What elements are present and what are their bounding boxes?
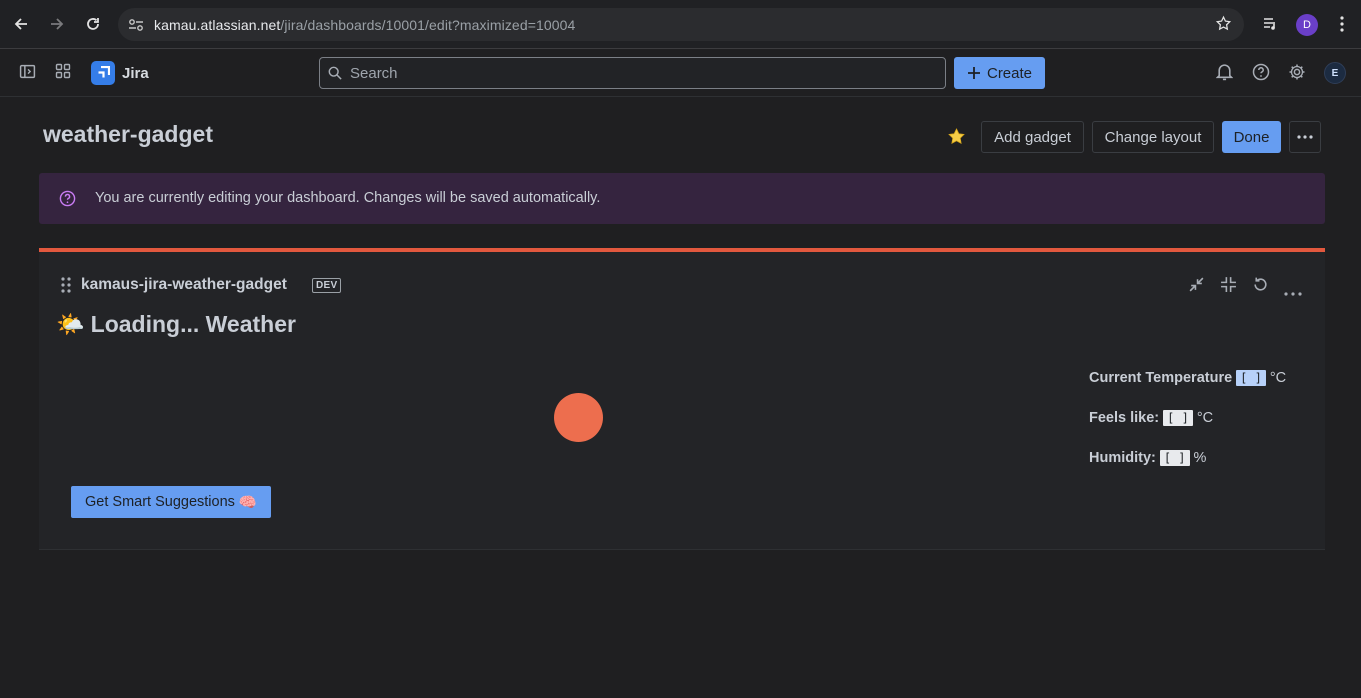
favorite-star-icon[interactable] [947, 127, 966, 151]
plus-icon [967, 67, 980, 79]
editing-banner: You are currently editing your dashboard… [39, 173, 1325, 224]
gadget-more-icon[interactable] [1284, 283, 1302, 301]
address-bar[interactable]: kamau.atlassian.net/jira/dashboards/1000… [118, 8, 1244, 41]
settings-gear-icon[interactable] [1288, 63, 1306, 86]
url-host: kamau.atlassian.net [154, 16, 281, 33]
minimize-arrows-icon[interactable] [1188, 276, 1205, 298]
humidity-unit: % [1193, 450, 1207, 466]
add-gadget-button[interactable]: Add gadget [981, 121, 1084, 153]
question-circle-icon [59, 190, 76, 212]
brain-icon: 🧠 [238, 494, 257, 511]
reload-icon [87, 18, 99, 30]
jira-logo-icon [91, 61, 115, 85]
search-input[interactable] [350, 64, 910, 82]
change-layout-button[interactable]: Change layout [1092, 121, 1214, 153]
jira-top-nav: Jira Create E [0, 49, 1361, 97]
feels-like-label: Feels like: [1089, 410, 1160, 426]
help-icon[interactable] [1252, 63, 1270, 86]
humidity-value: [ ] [1159, 450, 1190, 466]
current-temperature-value: [ ] [1236, 370, 1266, 386]
user-avatar[interactable]: E [1324, 62, 1346, 84]
humidity-label: Humidity: [1089, 450, 1156, 466]
collapse-icon[interactable] [1220, 276, 1237, 298]
notifications-bell-icon[interactable] [1215, 63, 1234, 86]
search-box[interactable] [319, 57, 946, 89]
done-button[interactable]: Done [1222, 121, 1281, 153]
media-controls-icon[interactable] [1252, 6, 1288, 42]
loading-spinner [554, 393, 603, 442]
jira-logo[interactable]: Jira [91, 61, 149, 85]
weather-heading-text: Loading... Weather [90, 311, 296, 337]
profile-initial: D [1296, 14, 1318, 36]
current-temperature-unit: °C [1269, 370, 1287, 386]
more-actions-button[interactable] [1289, 121, 1321, 153]
smart-suggestions-label: Get Smart Suggestions [85, 494, 235, 510]
refresh-icon[interactable] [1252, 276, 1269, 298]
app-switcher-icon[interactable] [55, 63, 71, 84]
arrow-left-icon [14, 18, 27, 30]
create-button-label: Create [986, 64, 1033, 82]
humidity-row: Humidity: [ ] % [1089, 450, 1206, 466]
create-button[interactable]: Create [954, 57, 1045, 89]
drag-handle-icon[interactable] [61, 277, 71, 298]
browser-toolbar: kamau.atlassian.net/jira/dashboards/1000… [0, 0, 1361, 49]
banner-message: You are currently editing your dashboard… [95, 190, 601, 206]
url-text: kamau.atlassian.net/jira/dashboards/1000… [154, 17, 575, 33]
dev-badge: DEV [312, 278, 342, 293]
feels-like-unit: °C [1196, 410, 1214, 426]
product-name: Jira [122, 64, 149, 82]
profile-avatar[interactable]: D [1296, 14, 1318, 36]
weather-heading: 🌤️ Loading... Weather [56, 311, 296, 338]
site-info-icon[interactable] [118, 18, 154, 32]
bookmark-star-icon[interactable] [1215, 15, 1232, 37]
back-button[interactable] [3, 6, 39, 42]
feels-like-row: Feels like: [ ] °C [1089, 410, 1213, 426]
reload-button[interactable] [75, 6, 111, 42]
current-temperature-label: Current Temperature [1089, 370, 1233, 386]
weather-gadget-panel: kamaus-jira-weather-gadget DEV 🌤️ Loadin… [39, 248, 1325, 550]
page-title: weather-gadget [43, 121, 213, 147]
feels-like-value: [ ] [1163, 410, 1193, 426]
forward-button[interactable] [39, 6, 75, 42]
gadget-title: kamaus-jira-weather-gadget [81, 276, 287, 293]
current-temperature-row: Current Temperature [ ] °C [1089, 370, 1286, 386]
url-path: /jira/dashboards/10001/edit?maximized=10… [280, 16, 576, 33]
smart-suggestions-button[interactable]: Get Smart Suggestions 🧠 [71, 486, 271, 518]
browser-menu-icon[interactable] [1324, 6, 1360, 42]
arrow-right-icon [51, 18, 64, 30]
more-dots-icon [1297, 135, 1313, 139]
sidebar-toggle-icon[interactable] [19, 63, 36, 85]
sun-cloud-icon: 🌤️ [56, 311, 85, 337]
search-icon [328, 66, 342, 80]
